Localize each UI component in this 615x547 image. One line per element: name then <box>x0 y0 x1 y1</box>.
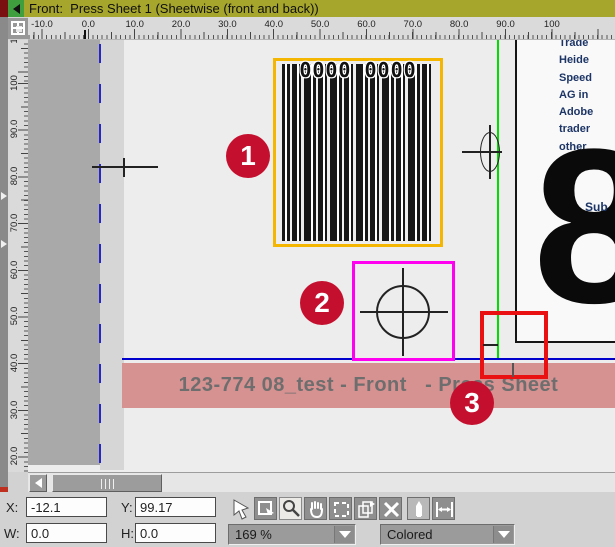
page-content-area: TradeHeideSpeedAG inAdobetraderother 8 S… <box>515 40 615 343</box>
crosshair-mark-v <box>123 158 125 177</box>
hruler-label: 60.0 <box>357 19 376 30</box>
vertical-ruler: 110 100 90.0 80.0 70.0 60.0 50.0 40.0 30.0 20.0 <box>8 40 28 472</box>
thumb-grip-icon <box>101 479 117 489</box>
splitter-arrow-icon[interactable] <box>1 192 7 200</box>
view-title: Front: Press Sheet 1 (Sheetwise (front a… <box>29 1 319 16</box>
magnifier-icon <box>280 498 303 521</box>
exchange-tool-button[interactable] <box>379 497 402 520</box>
sheet-margin-strip <box>100 40 124 470</box>
hruler-label: 30.0 <box>218 19 237 30</box>
horizontal-scrollbar[interactable] <box>28 472 615 492</box>
zoom-level-value: 169 % <box>235 527 272 542</box>
display-mode-dropdown[interactable]: Colored <box>380 524 515 545</box>
y-input[interactable] <box>135 497 216 517</box>
barcode-highlight-rect: 0000 0000 <box>273 58 443 247</box>
crop-frame-icon <box>330 498 353 521</box>
w-input[interactable] <box>26 523 107 543</box>
barcode <box>282 64 434 241</box>
status-toolbar: X: Y: W: H: <box>0 492 615 547</box>
cross-arrows-icon <box>380 498 403 521</box>
h-input[interactable] <box>135 523 216 543</box>
hruler-label: 50.0 <box>311 19 330 30</box>
measure-tool-button[interactable] <box>432 497 455 520</box>
vruler-label: 40.0 <box>9 354 20 373</box>
dashed-blue-guide <box>99 44 101 470</box>
vruler-label: 80.0 <box>9 167 20 186</box>
frame-select-tool-button[interactable] <box>254 497 277 520</box>
page-number-digit: 8 <box>533 116 615 336</box>
split-window-icon <box>11 21 25 35</box>
pointer-icon <box>230 498 253 521</box>
crosshair-mark-h <box>92 166 158 168</box>
measure-icon <box>433 498 456 521</box>
callout-1: 1 <box>226 134 270 178</box>
pages-icon <box>355 498 378 521</box>
left-triangle-icon <box>35 478 42 488</box>
left-triangle-icon <box>13 4 20 14</box>
hruler-label: 40.0 <box>265 19 284 30</box>
vruler-label: 70.0 <box>9 214 20 233</box>
vruler-label: 100 <box>9 75 20 91</box>
x-label: X: <box>6 500 18 515</box>
corner-tick-v <box>512 363 514 377</box>
outside-sheet-area <box>28 40 100 465</box>
callout-3: 3 <box>450 381 494 425</box>
corner-tick-h <box>483 344 498 346</box>
vruler-label: 60.0 <box>9 260 20 279</box>
display-mode-value: Colored <box>387 527 433 542</box>
w-label: W: <box>4 526 20 541</box>
press-sheet-canvas[interactable]: TradeHeideSpeedAG inAdobetraderother 8 S… <box>28 40 615 472</box>
hruler-position-caret <box>84 30 86 39</box>
zoom-tool-button[interactable] <box>279 497 302 520</box>
x-input[interactable] <box>26 497 107 517</box>
horizontal-ruler: -10.0 0.0 10.0 20.0 30.0 40.0 50.0 60.0 70.0 80.0… <box>28 17 615 40</box>
license-text-line: Trade <box>559 40 615 52</box>
callout-2: 2 <box>300 281 344 325</box>
license-text-line: Speed <box>559 70 615 87</box>
splitter-top-cap <box>0 0 8 17</box>
imposition-app-window: Front: Press Sheet 1 (Sheetwise (front a… <box>0 0 615 547</box>
ellipse-register-mark <box>462 125 502 179</box>
hruler-label: 20.0 <box>172 19 191 30</box>
pages-tool-button[interactable] <box>354 497 377 520</box>
crop-frame-tool-button[interactable] <box>329 497 352 520</box>
hruler-label: 80.0 <box>450 19 469 30</box>
register-mark-highlight-rect <box>352 261 455 361</box>
h-label: H: <box>121 526 134 541</box>
splitter-arrow-icon[interactable] <box>1 240 7 248</box>
license-text-line: Heide <box>559 52 615 69</box>
scrollbar-thumb[interactable] <box>52 474 162 492</box>
split-view-button[interactable] <box>8 18 28 39</box>
collapse-panel-button[interactable] <box>8 0 24 17</box>
scroll-left-button[interactable] <box>29 474 47 492</box>
vruler-label: 90.0 <box>9 120 20 139</box>
vruler-label: 30.0 <box>9 400 20 419</box>
chevron-down-icon[interactable] <box>334 526 354 543</box>
ink-bottle-icon <box>408 498 431 521</box>
zoom-level-dropdown[interactable]: 169 % <box>228 524 356 545</box>
license-text-line: AG in <box>559 87 615 104</box>
hand-icon <box>305 498 328 521</box>
hruler-label: 10.0 <box>125 19 144 30</box>
hruler-label: 70.0 <box>404 19 423 30</box>
subject-label: Sub <box>585 200 608 214</box>
hruler-ticks <box>28 29 615 39</box>
frame-select-icon <box>255 498 278 521</box>
view-title-bar: Front: Press Sheet 1 (Sheetwise (front a… <box>8 0 615 17</box>
barcode-digits: 0000 0000 <box>276 58 440 82</box>
hruler-label: -10.0 <box>31 19 53 30</box>
vruler-label: 110 <box>9 40 20 44</box>
pane-splitter[interactable] <box>0 0 8 547</box>
hruler-label: 90.0 <box>496 19 515 30</box>
hand-tool-button[interactable] <box>304 497 327 520</box>
vruler-label: 20.0 <box>9 447 20 466</box>
chevron-down-icon[interactable] <box>493 526 513 543</box>
pointer-tool-button[interactable] <box>229 497 252 520</box>
hruler-label: 0.0 <box>82 19 95 30</box>
ink-tool-button[interactable] <box>407 497 430 520</box>
hruler-label: 100 <box>544 19 560 30</box>
y-label: Y: <box>121 500 133 515</box>
vruler-label: 50.0 <box>9 307 20 326</box>
